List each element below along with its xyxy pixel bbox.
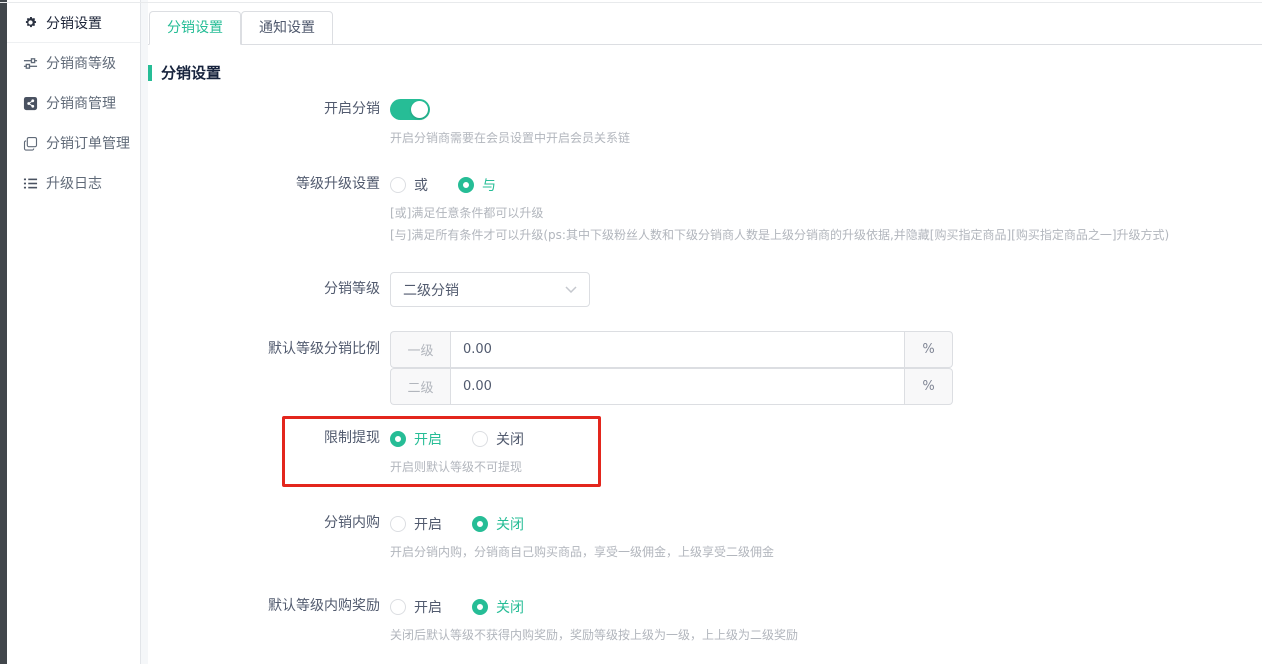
ratio-level1-input[interactable] xyxy=(450,331,905,368)
sidebar: 分销设置 分销商等级 分销商管理 xyxy=(7,0,141,664)
field-label: 开启分销 xyxy=(148,99,390,146)
help-text: 开启分销内购，分销商自己购买商品，享受一级佣金，上级享受二级佣金 xyxy=(390,543,1262,560)
ratio-row-level2: 二级 % xyxy=(390,368,953,405)
gear-icon xyxy=(22,15,38,31)
field-label: 限制提现 xyxy=(148,428,390,475)
form-row-enable-distribution: 开启分销 开启分销商需要在会员设置中开启会员关系链 xyxy=(148,99,1262,146)
form-row-upgrade-setting: 等级升级设置 或 与 [或]满足任意条件都可以升级 [与]满足所有条件才可以升级… xyxy=(148,174,1262,246)
field-label: 等级升级设置 xyxy=(148,174,390,246)
section-accent-bar xyxy=(148,65,152,81)
sidebar-item-label: 分销商管理 xyxy=(46,93,116,113)
list-icon xyxy=(22,175,38,191)
form-row-internal-reward: 默认等级内购奖励 开启 关闭 关闭后默认等级不获得内购奖励，奖励等级按上级为一级… xyxy=(148,596,1262,643)
main-panel: 分销设置 通知设置 分销设置 开启分销 开启分销商需要在会员设置中开启会员关系链… xyxy=(148,0,1262,664)
field-label: 默认等级分销比例 xyxy=(148,331,390,405)
help-text: 关闭后默认等级不获得内购奖励，奖励等级按上级为一级，上上级为二级奖励 xyxy=(390,626,1262,643)
sidebar-item-label: 分销订单管理 xyxy=(46,133,130,153)
collapsed-nav-rail xyxy=(0,0,7,664)
page-title: 分销设置 xyxy=(161,62,221,83)
sidebar-item-distributor-management[interactable]: 分销商管理 xyxy=(7,83,140,123)
input-prepend: 一级 xyxy=(390,331,450,368)
sidebar-item-label: 分销商等级 xyxy=(46,53,116,73)
enable-distribution-toggle[interactable] xyxy=(390,99,430,120)
ratio-level2-input[interactable] xyxy=(450,368,905,405)
radio-label: 关闭 xyxy=(496,429,524,449)
sidebar-item-distributor-levels[interactable]: 分销商等级 xyxy=(7,43,140,83)
radio-circle xyxy=(390,431,406,447)
section-header: 分销设置 xyxy=(148,62,1262,83)
radio-circle xyxy=(472,599,488,615)
radio-option-and[interactable]: 与 xyxy=(458,175,496,195)
field-label: 分销等级 xyxy=(148,272,390,307)
ratio-row-level1: 一级 % xyxy=(390,331,953,368)
share-icon xyxy=(22,95,38,111)
radio-label: 开启 xyxy=(414,429,442,449)
form-row-internal-purchase: 分销内购 开启 关闭 开启分销内购，分销商自己购买商品，享受一级佣金，上级享受二… xyxy=(148,513,1262,560)
tab-distribution-settings[interactable]: 分销设置 xyxy=(149,11,241,45)
form-row-default-ratio: 默认等级分销比例 一级 % 二级 % xyxy=(148,331,1262,405)
radio-option-reward-off[interactable]: 关闭 xyxy=(472,597,524,617)
radio-option-or[interactable]: 或 xyxy=(390,175,428,195)
sidebar-item-label: 升级日志 xyxy=(46,173,102,193)
form-row-distribution-level: 分销等级 二级分销 xyxy=(148,272,1262,307)
sidebar-item-distribution-settings[interactable]: 分销设置 xyxy=(7,3,140,43)
radio-circle xyxy=(390,599,406,615)
input-prepend: 二级 xyxy=(390,368,450,405)
tab-bar: 分销设置 通知设置 xyxy=(148,0,1262,45)
radio-option-reward-on[interactable]: 开启 xyxy=(390,597,442,617)
help-text: [或]满足任意条件都可以升级 xyxy=(390,202,1262,224)
field-label: 默认等级内购奖励 xyxy=(148,596,390,643)
sidebar-item-upgrade-log[interactable]: 升级日志 xyxy=(7,163,140,203)
select-value: 二级分销 xyxy=(403,280,459,300)
sidebar-item-label: 分销设置 xyxy=(46,13,102,33)
radio-circle xyxy=(472,516,488,532)
sliders-icon xyxy=(22,55,38,71)
input-append: % xyxy=(905,331,953,368)
radio-label: 或 xyxy=(414,175,428,195)
radio-label: 开启 xyxy=(414,514,442,534)
toggle-knob xyxy=(411,101,428,118)
field-label: 分销内购 xyxy=(148,513,390,560)
radio-option-purchase-off[interactable]: 关闭 xyxy=(472,514,524,534)
form-row-withdraw-limit: 限制提现 开启 关闭 开启则默认等级不可提现 xyxy=(148,428,1262,475)
help-text: 开启分销商需要在会员设置中开启会员关系链 xyxy=(390,129,1262,146)
settings-form: 开启分销 开启分销商需要在会员设置中开启会员关系链 等级升级设置 或 xyxy=(148,99,1262,664)
radio-circle xyxy=(472,431,488,447)
radio-label: 关闭 xyxy=(496,597,524,617)
radio-circle xyxy=(458,177,474,193)
help-text: 开启则默认等级不可提现 xyxy=(390,458,1262,475)
radio-label: 关闭 xyxy=(496,514,524,534)
input-append: % xyxy=(905,368,953,405)
radio-circle xyxy=(390,177,406,193)
radio-option-withdraw-off[interactable]: 关闭 xyxy=(472,429,524,449)
radio-label: 与 xyxy=(482,175,496,195)
radio-label: 开启 xyxy=(414,597,442,617)
help-text: [与]满足所有条件才可以升级(ps:其中下级粉丝人数和下级分销商人数是上级分销商… xyxy=(390,224,1262,246)
top-border-line xyxy=(0,2,1262,3)
radio-option-purchase-on[interactable]: 开启 xyxy=(390,514,442,534)
chevron-down-icon xyxy=(565,286,577,293)
sidebar-item-distribution-orders[interactable]: 分销订单管理 xyxy=(7,123,140,163)
copy-icon xyxy=(22,135,38,151)
radio-circle xyxy=(390,516,406,532)
tab-notification-settings[interactable]: 通知设置 xyxy=(241,11,333,45)
radio-option-withdraw-on[interactable]: 开启 xyxy=(390,429,442,449)
distribution-level-select[interactable]: 二级分销 xyxy=(390,272,590,307)
